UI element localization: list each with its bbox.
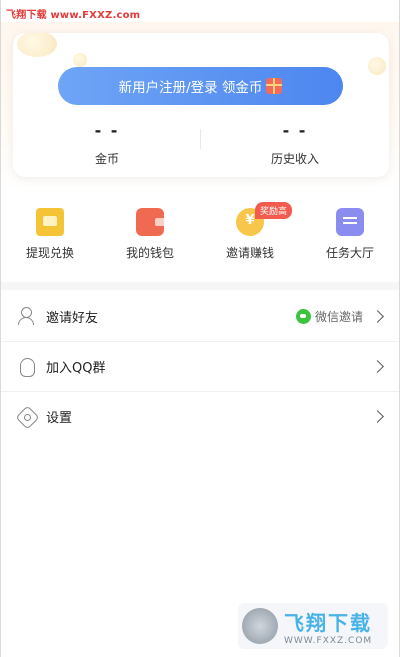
site-logo-watermark: 飞翔下载 WWW.FXXZ.COM (238, 603, 388, 649)
action-label: 邀请赚钱 (225, 246, 274, 260)
register-login-button[interactable]: 新用户注册/登录 领金币 (58, 67, 343, 105)
coins-value: - - (94, 121, 120, 140)
menu-settings[interactable]: 设置 (0, 391, 400, 441)
section-divider (0, 282, 400, 290)
chevron-right-icon (371, 410, 384, 423)
history-income-label: 历史收入 (270, 152, 319, 166)
site-watermark: 飞翔下载 www.FXXZ.com (6, 10, 141, 21)
action-label: 任务大厅 (325, 246, 374, 260)
coin-decoration (17, 33, 57, 57)
reward-badge: 奖励高 (255, 202, 293, 219)
quick-actions: 提现兑换 我的钱包 奖励高 邀请赚钱 任务大厅 (0, 202, 400, 268)
logo-title: 飞翔下载 (284, 610, 372, 635)
wechat-icon (295, 308, 311, 324)
action-label: 提现兑换 (25, 246, 74, 260)
gift-icon (266, 78, 283, 94)
withdraw-icon (36, 208, 64, 236)
menu-invite-friends[interactable]: 邀请好友 微信邀请 (0, 291, 400, 341)
logo-icon (242, 608, 278, 644)
chevron-right-icon (371, 309, 384, 323)
menu-label: 邀请好友 (46, 310, 99, 326)
history-income-stat[interactable]: - - 历史收入 (201, 121, 389, 167)
action-label: 我的钱包 (125, 246, 174, 260)
menu-label: 设置 (46, 411, 73, 426)
wechat-invite[interactable]: 微信邀请 (295, 308, 363, 325)
menu-join-qq-group[interactable]: 加入QQ群 (0, 341, 400, 391)
user-add-icon (18, 307, 36, 325)
task-icon (336, 208, 364, 236)
coin-decoration (368, 57, 386, 75)
chevron-right-icon (371, 360, 384, 373)
register-login-label: 新用户注册/登录 领金币 (118, 80, 263, 96)
wallet-icon (136, 208, 164, 236)
gear-icon (15, 404, 40, 430)
wechat-invite-label: 微信邀请 (314, 309, 363, 324)
account-card: 新用户注册/登录 领金币 - - 金币 - - 历史收入 (13, 33, 389, 177)
coin-decoration (73, 53, 87, 67)
menu-list: 邀请好友 微信邀请 加入QQ群 设置 (0, 291, 400, 441)
coins-label: 金币 (94, 152, 119, 166)
logo-url: WWW.FXXZ.COM (284, 635, 373, 646)
action-task-hall[interactable]: 任务大厅 (305, 208, 395, 268)
history-income-value: - - (282, 121, 308, 140)
qq-icon (18, 357, 36, 377)
action-withdraw[interactable]: 提现兑换 (5, 208, 95, 268)
action-invite-earn[interactable]: 奖励高 邀请赚钱 (205, 202, 295, 268)
menu-label: 加入QQ群 (46, 361, 106, 376)
action-wallet[interactable]: 我的钱包 (105, 208, 195, 268)
coins-stat[interactable]: - - 金币 (13, 121, 201, 167)
